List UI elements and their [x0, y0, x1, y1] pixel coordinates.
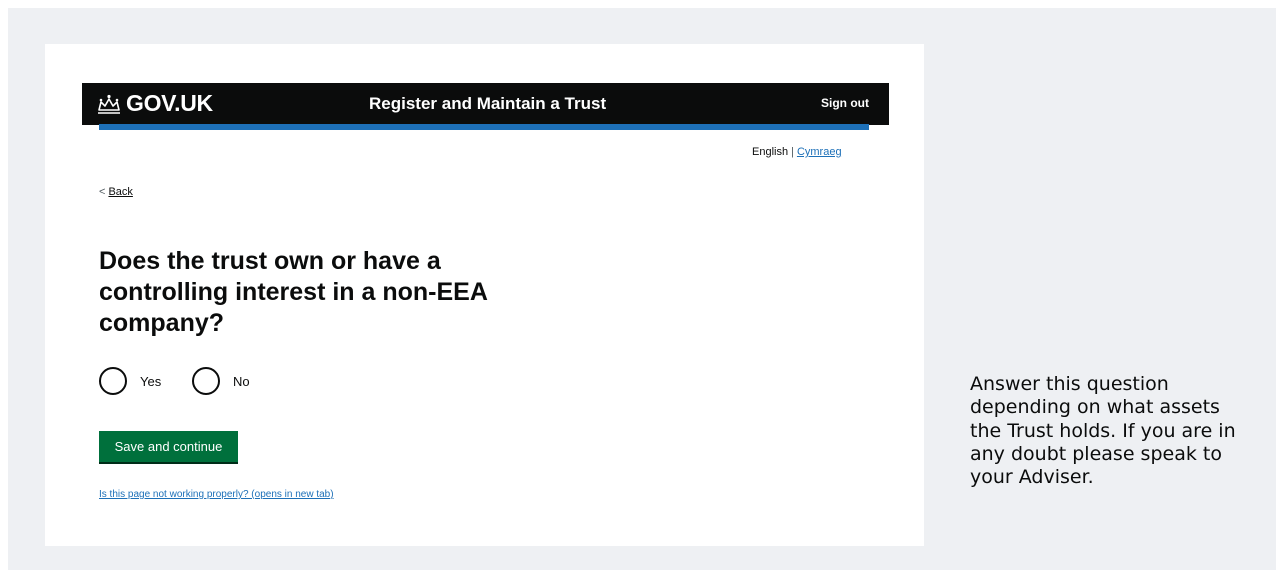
back-link[interactable]: < Back: [99, 186, 133, 198]
chevron-left-icon: <: [99, 186, 106, 198]
crown-icon: [98, 94, 120, 114]
radio-no-circle[interactable]: [192, 367, 220, 395]
radio-no-label[interactable]: No: [233, 374, 250, 389]
header-blue-bar: [99, 124, 869, 130]
language-current: English: [752, 146, 789, 158]
language-toggle: English | Cymraeg: [752, 146, 842, 158]
back-link-label[interactable]: Back: [108, 186, 132, 198]
govuk-header: GOV.UK Register and Maintain a Trust Sig…: [82, 83, 889, 125]
sign-out-link[interactable]: Sign out: [821, 96, 869, 110]
radio-yes[interactable]: Yes: [99, 367, 161, 395]
guidance-note: Answer this question depending on what a…: [970, 373, 1236, 489]
question-heading: Does the trust own or have a controlling…: [99, 247, 487, 337]
language-cymraeg-link[interactable]: Cymraeg: [797, 146, 842, 158]
radio-no[interactable]: No: [192, 367, 250, 395]
radio-yes-circle[interactable]: [99, 367, 127, 395]
report-problem-link[interactable]: Is this page not working properly? (open…: [99, 489, 334, 500]
save-and-continue-button[interactable]: Save and continue: [99, 431, 238, 462]
govuk-logo[interactable]: GOV.UK: [126, 90, 213, 117]
service-name[interactable]: Register and Maintain a Trust: [369, 94, 606, 114]
radio-yes-label[interactable]: Yes: [140, 374, 161, 389]
language-separator: |: [791, 146, 794, 158]
